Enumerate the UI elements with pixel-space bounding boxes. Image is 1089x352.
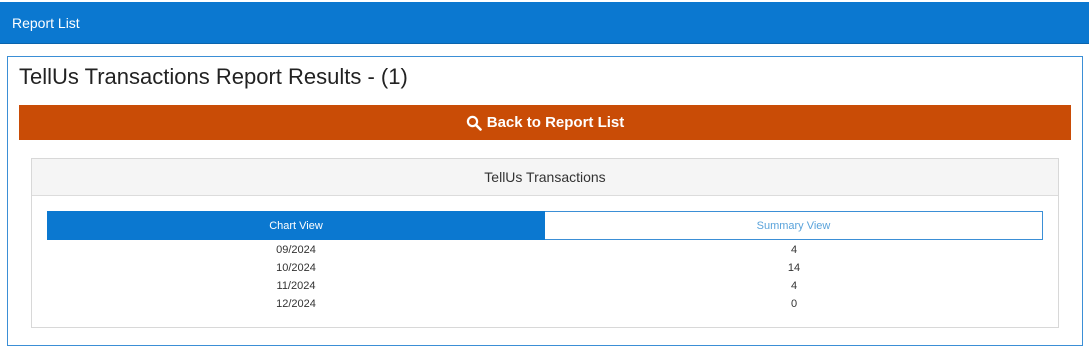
list-item: 11/2024 4: [47, 277, 1043, 295]
list-item: 10/2024 14: [47, 259, 1043, 277]
period-label: 10/2024: [276, 262, 316, 274]
report-list-link[interactable]: Report List: [12, 15, 80, 31]
count-value: 4: [790, 244, 798, 256]
period-label: 12/2024: [276, 298, 316, 310]
count-value: 4: [790, 280, 798, 292]
period-label: 11/2024: [276, 280, 316, 292]
list-item: 12/2024 0: [47, 295, 1043, 313]
card-title: TellUs Transactions: [32, 159, 1058, 196]
period-label: 09/2024: [276, 244, 316, 256]
list-item: 09/2024 4: [47, 241, 1043, 259]
tab-summary-view[interactable]: Summary View: [545, 211, 1043, 240]
tab-chart-view[interactable]: Chart View: [47, 211, 545, 240]
count-value: 0: [790, 298, 798, 310]
page-title: TellUs Transactions Report Results - (1): [19, 64, 408, 89]
back-to-report-list-button[interactable]: Back to Report List: [19, 105, 1071, 140]
back-button-label: Back to Report List: [486, 114, 625, 131]
transactions-card: TellUs Transactions Chart View Summary V…: [31, 158, 1059, 328]
transactions-list: 09/2024 4 10/2024 14 11/2024 4 12/2024 0: [47, 241, 1043, 313]
search-icon: [466, 115, 482, 131]
report-results-panel: TellUs Transactions Report Results - (1)…: [7, 56, 1083, 346]
top-nav-bar: Report List: [0, 2, 1089, 44]
view-tabs: Chart View Summary View: [47, 211, 1043, 240]
count-value: 14: [787, 262, 801, 274]
